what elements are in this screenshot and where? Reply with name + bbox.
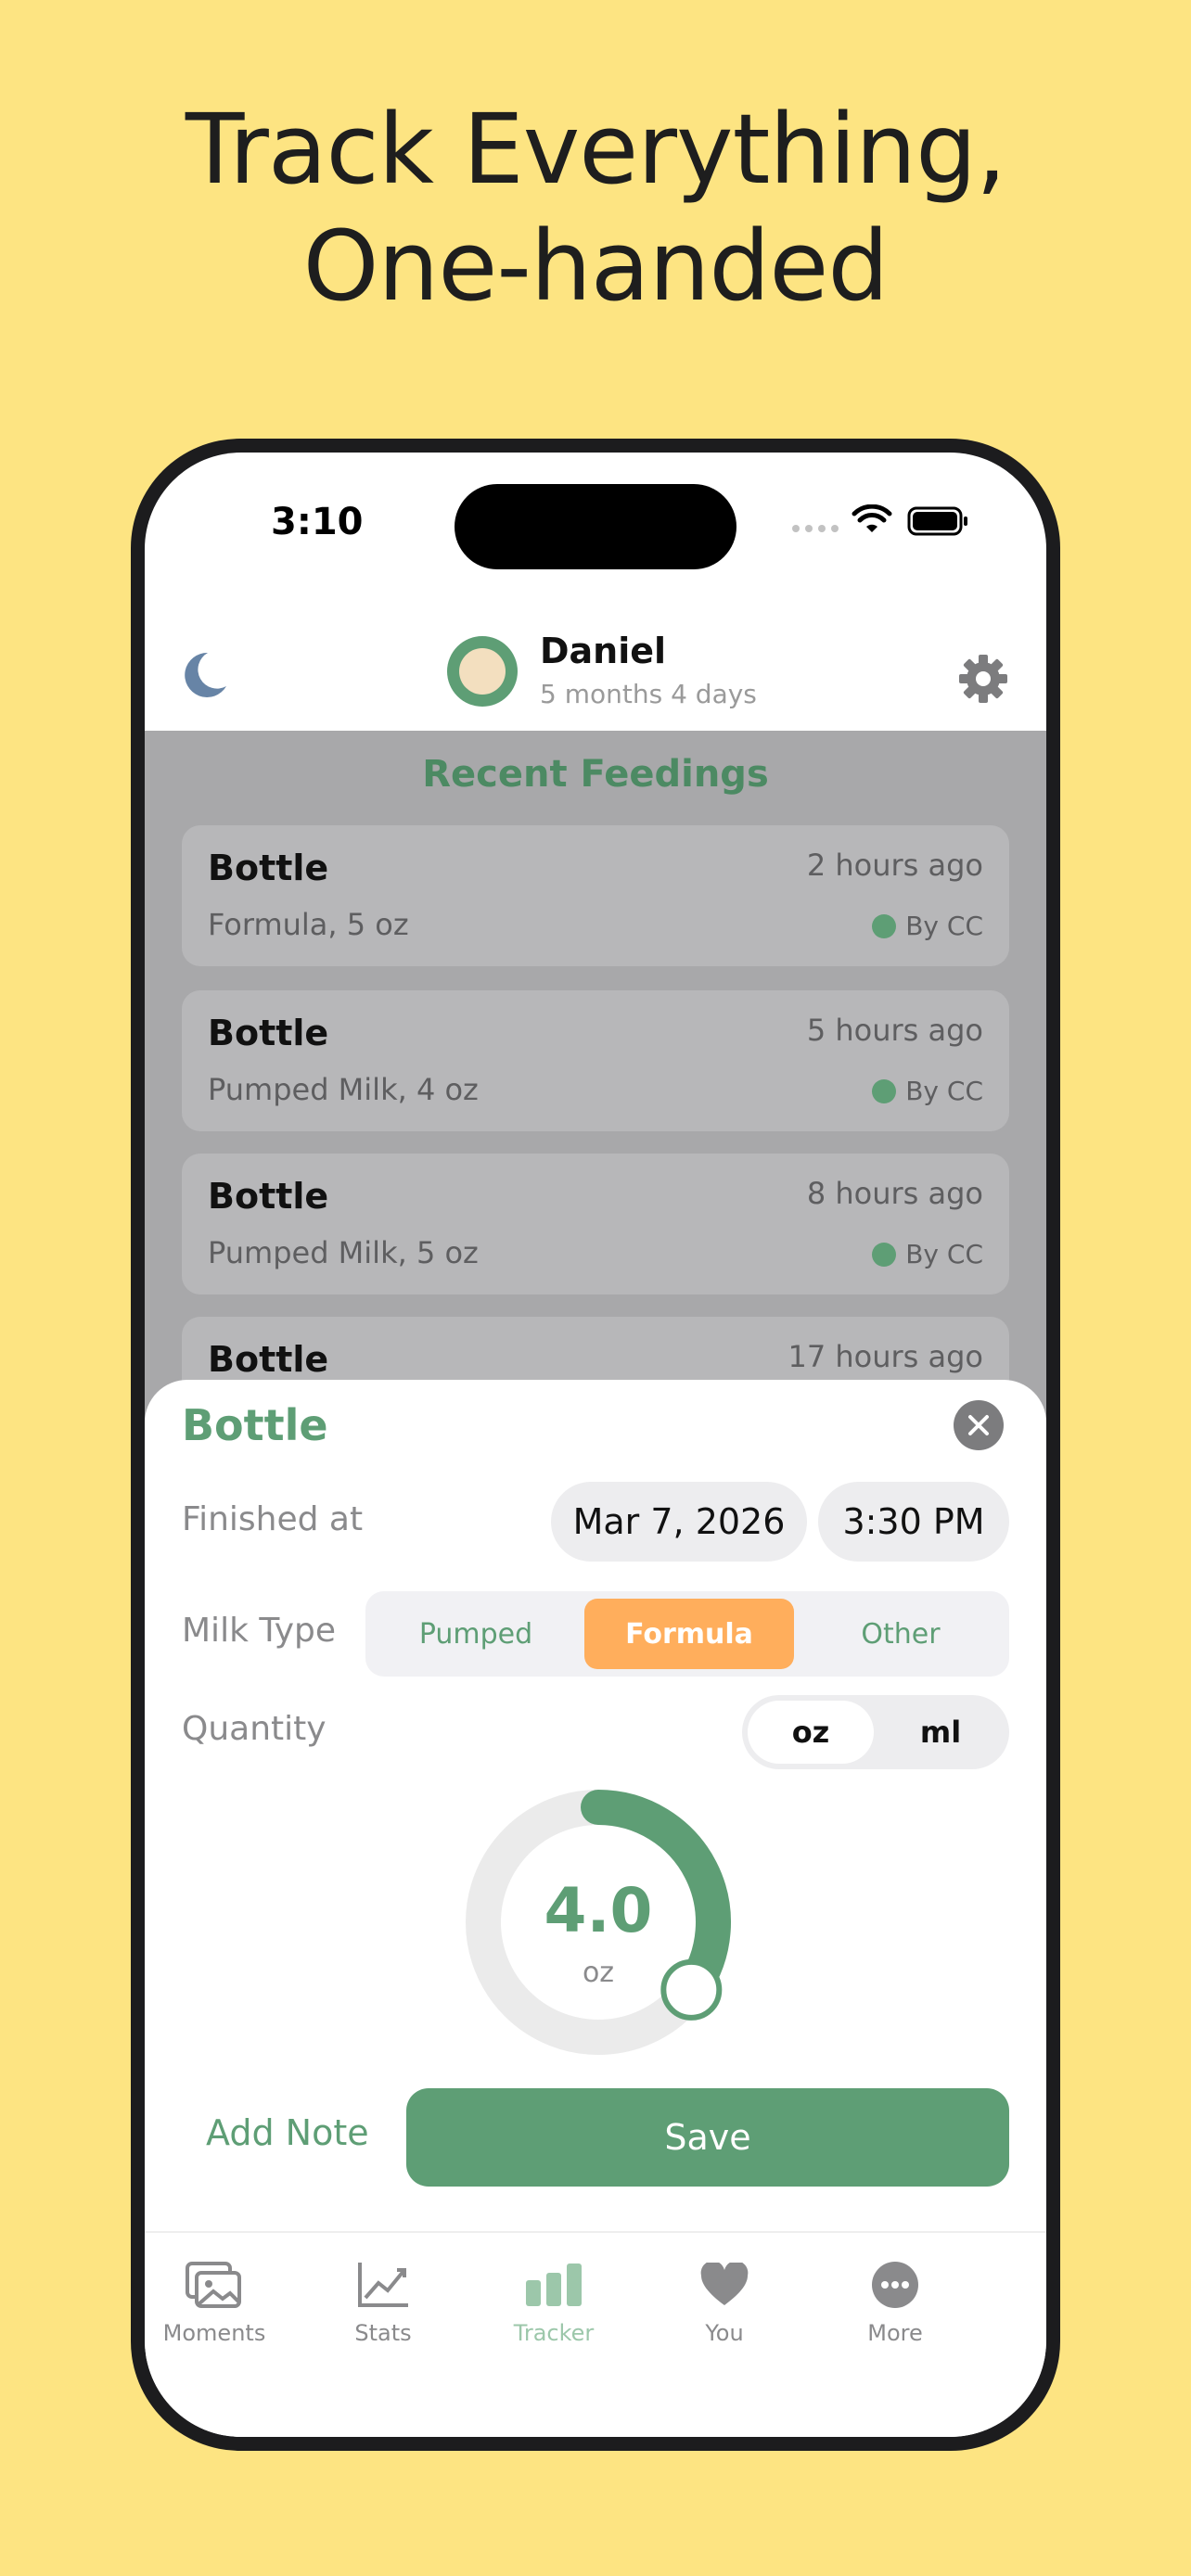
feeding-time: 8 hours ago <box>806 1176 983 1211</box>
milk-option-pumped[interactable]: Pumped <box>375 1599 577 1669</box>
save-button[interactable]: Save <box>406 2088 1009 2187</box>
feeding-time: 5 hours ago <box>806 1013 983 1048</box>
feeding-by-label: By CC <box>905 1076 983 1106</box>
feeding-time: 17 hours ago <box>788 1339 983 1374</box>
milk-type-segmented-control: Pumped Formula Other <box>365 1591 1009 1677</box>
section-title: Recent Feedings <box>422 753 769 796</box>
tab-bar: Moments Stats Tracker You More <box>145 2231 1046 2437</box>
feeding-type: Bottle <box>208 1013 329 1053</box>
date-picker[interactable]: Mar 7, 2026 <box>551 1482 807 1562</box>
feeding-by: By CC <box>872 1239 983 1269</box>
headline-line-2: One-handed <box>302 210 890 323</box>
headline-line-1: Track Everything, <box>185 93 1006 206</box>
time-picker[interactable]: 3:30 PM <box>818 1482 1009 1562</box>
quantity-unit: oz <box>582 1957 615 1989</box>
header-bar: Daniel 5 months 4 days <box>145 601 1046 731</box>
bars-icon <box>526 2264 582 2306</box>
finished-at-label: Finished at <box>182 1500 364 1538</box>
quantity-value: 4.0 <box>544 1875 653 1946</box>
tab-label: You <box>705 2320 744 2346</box>
recent-feedings: Recent Feedings Bottle Formula, 5 oz 2 h… <box>145 731 1046 1458</box>
feeding-by-label: By CC <box>905 911 983 941</box>
unit-ml[interactable]: ml <box>877 1701 1004 1764</box>
tab-label: Tracker <box>513 2320 595 2346</box>
feeding-detail: Pumped Milk, 4 oz <box>208 1072 479 1107</box>
close-button[interactable] <box>954 1400 1004 1450</box>
tab-tracker[interactable]: Tracker <box>484 2257 623 2346</box>
feeding-by: By CC <box>872 1076 983 1106</box>
wifi-icon <box>852 504 892 532</box>
quantity-label: Quantity <box>182 1710 327 1748</box>
sheet-title: Bottle <box>182 1400 328 1450</box>
feeding-card[interactable]: Bottle Formula, 5 oz 2 hours ago By CC <box>182 825 1009 966</box>
close-icon <box>968 1415 989 1435</box>
feeding-type: Bottle <box>208 1176 329 1217</box>
feeding-card[interactable]: Bottle Pumped Milk, 4 oz 5 hours ago By … <box>182 990 1009 1131</box>
baby-face-icon <box>459 648 506 695</box>
gear-icon[interactable] <box>957 653 1009 705</box>
person-icon <box>872 913 897 938</box>
more-dots-icon <box>872 2262 918 2308</box>
feeding-time: 2 hours ago <box>806 848 983 883</box>
headline: Track Everything, One-handed <box>0 91 1191 325</box>
milk-option-formula[interactable]: Formula <box>584 1599 794 1669</box>
tab-label: Stats <box>354 2320 412 2346</box>
bottle-sheet: Bottle Finished at Mar 7, 2026 3:30 PM M… <box>145 1380 1046 2233</box>
milk-type-label: Milk Type <box>182 1612 337 1650</box>
tab-you[interactable]: You <box>655 2257 794 2346</box>
person-icon <box>872 1242 897 1267</box>
heart-icon <box>700 2263 749 2305</box>
feeding-card[interactable]: Bottle Pumped Milk, 5 oz 8 hours ago By … <box>182 1154 1009 1294</box>
add-note-button[interactable]: Add Note <box>206 2112 369 2153</box>
feeding-detail: Formula, 5 oz <box>208 907 409 942</box>
tab-more[interactable]: More <box>826 2257 965 2346</box>
feeding-by: By CC <box>872 911 983 941</box>
feeding-type: Bottle <box>208 848 329 888</box>
status-time: 3:10 <box>271 501 364 543</box>
feeding-type: Bottle <box>208 1339 329 1380</box>
avatar[interactable] <box>447 636 518 707</box>
milk-option-other[interactable]: Other <box>801 1599 1000 1669</box>
unit-toggle: oz ml <box>742 1695 1009 1769</box>
signal-icon <box>792 525 839 532</box>
photos-icon <box>186 2262 241 2308</box>
baby-age: 5 months 4 days <box>540 679 757 709</box>
tab-moments[interactable]: Moments <box>145 2257 284 2346</box>
moon-icon[interactable] <box>180 649 228 701</box>
feeding-by-label: By CC <box>905 1239 983 1269</box>
phone-screen: 3:10 Daniel 5 months 4 days Recent Feedi… <box>145 453 1046 2437</box>
battery-icon <box>907 506 967 536</box>
unit-oz[interactable]: oz <box>748 1701 874 1764</box>
baby-name[interactable]: Daniel <box>540 631 666 671</box>
tab-stats[interactable]: Stats <box>314 2257 453 2346</box>
feeding-detail: Pumped Milk, 5 oz <box>208 1235 479 1270</box>
chart-line-icon <box>358 2263 408 2307</box>
person-icon <box>872 1078 897 1103</box>
tab-label: More <box>867 2320 923 2346</box>
dynamic-island <box>455 484 736 569</box>
tab-label: Moments <box>162 2320 266 2346</box>
